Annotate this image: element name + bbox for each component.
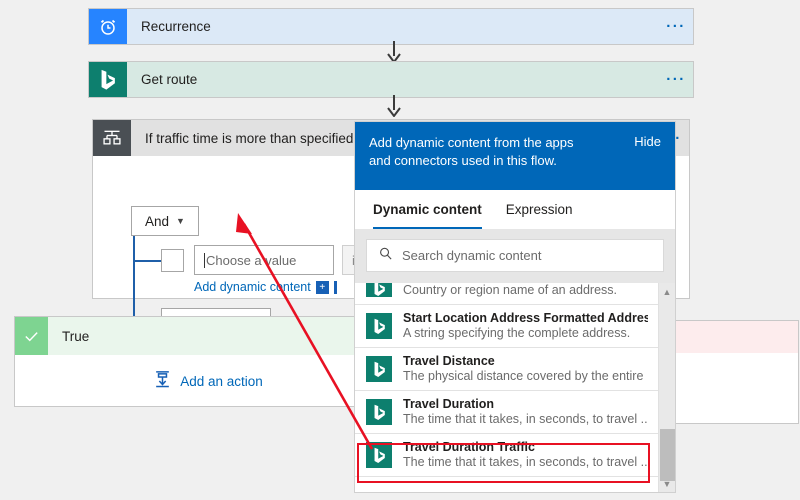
branch-line-vertical [133, 236, 135, 321]
scrollbar[interactable]: ▲ ▼ [658, 283, 675, 492]
flow-card-title: Get route [141, 72, 198, 87]
bing-maps-icon [366, 313, 392, 339]
flow-card-recurrence[interactable]: Recurrence ··· [88, 8, 694, 45]
text-caret [204, 252, 205, 268]
list-item-description: The physical distance covered by the ent… [403, 369, 644, 383]
false-branch-header [672, 321, 798, 353]
condition-row-checkbox[interactable] [161, 249, 184, 272]
connector-arrow-down [384, 41, 404, 64]
flow-designer-canvas: Recurrence ··· Get route ··· If traffic … [0, 0, 800, 500]
card-menu-icon[interactable]: ··· [659, 9, 693, 44]
connector-arrow-down [384, 95, 404, 118]
chevron-up-icon[interactable]: ▲ [659, 283, 675, 300]
list-item-title: Travel Duration Traffic [403, 440, 535, 454]
list-item-description: Country or region name of an address. [403, 283, 618, 297]
insert-action-icon [153, 369, 172, 394]
choose-value-placeholder: Choose a value [206, 252, 297, 268]
list-item[interactable]: Start Location Address Formatted Address… [355, 305, 658, 348]
dynamic-content-panel-header: Add dynamic content from the apps and co… [355, 122, 675, 190]
and-operator-dropdown[interactable]: And ▼ [131, 206, 199, 236]
chevron-down-icon: ▼ [176, 216, 185, 226]
flow-card-title: Recurrence [141, 19, 211, 34]
search-icon [378, 246, 393, 266]
dynamic-content-list-wrap: Country or region name of an address. St… [355, 283, 675, 492]
branch-card-false[interactable] [671, 320, 799, 424]
checkmark-icon [15, 317, 48, 355]
branch-line-horizontal [133, 260, 161, 262]
hide-panel-button[interactable]: Hide [634, 134, 661, 149]
plus-icon[interactable]: + [315, 280, 329, 294]
dynamic-content-panel[interactable]: Add dynamic content from the apps and co… [354, 121, 676, 493]
list-item[interactable]: Travel Distance The physical distance co… [355, 348, 658, 391]
card-menu-icon[interactable]: ··· [659, 62, 693, 97]
add-dynamic-content-link[interactable]: Add dynamic content + [194, 280, 337, 294]
search-input[interactable]: Search dynamic content [366, 239, 664, 272]
list-item[interactable]: Travel Duration The time that it takes, … [355, 391, 658, 434]
bing-maps-icon [366, 442, 392, 468]
list-item-description: The time that it takes, in seconds, to t… [403, 455, 648, 469]
branch-card-true[interactable]: True Add an action [14, 316, 402, 407]
dynamic-content-panel-description: Add dynamic content from the apps and co… [369, 135, 574, 168]
list-item-selected[interactable]: Travel Duration Traffic The time that it… [355, 434, 658, 477]
list-item-title: Travel Duration [403, 397, 494, 411]
list-item-description: The time that it takes, in seconds, to t… [403, 412, 648, 426]
and-operator-label: And [145, 213, 170, 229]
true-branch-header: True [15, 317, 401, 355]
true-branch-label: True [62, 328, 90, 344]
tab-dynamic-content[interactable]: Dynamic content [373, 202, 482, 229]
dynamic-content-list[interactable]: Country or region name of an address. St… [355, 283, 658, 492]
list-item-title: Travel Distance [403, 354, 495, 368]
bing-maps-icon [366, 399, 392, 425]
text-caret [333, 280, 337, 294]
flow-card-get-route[interactable]: Get route ··· [88, 61, 694, 98]
add-an-action-label[interactable]: Add an action [180, 374, 263, 389]
condition-branch-icon [93, 120, 131, 156]
add-dynamic-content-label: Add dynamic content [194, 280, 311, 294]
choose-value-input[interactable]: Choose a value [194, 245, 334, 275]
bing-maps-icon [89, 62, 127, 97]
list-item[interactable]: Country or region name of an address. [355, 283, 658, 305]
list-item-title: Start Location Address Formatted Address [403, 311, 648, 325]
tab-expression[interactable]: Expression [506, 202, 573, 229]
true-branch-body[interactable]: Add an action [15, 355, 401, 407]
search-area: Search dynamic content [355, 230, 675, 283]
bing-maps-icon [366, 356, 392, 382]
scrollbar-thumb[interactable] [660, 429, 675, 481]
list-item-description: A string specifying the complete address… [403, 326, 631, 340]
bing-maps-icon [366, 283, 392, 297]
search-placeholder: Search dynamic content [402, 248, 542, 263]
alarm-clock-icon [89, 9, 127, 44]
dynamic-content-tabs: Dynamic content Expression [355, 190, 675, 230]
